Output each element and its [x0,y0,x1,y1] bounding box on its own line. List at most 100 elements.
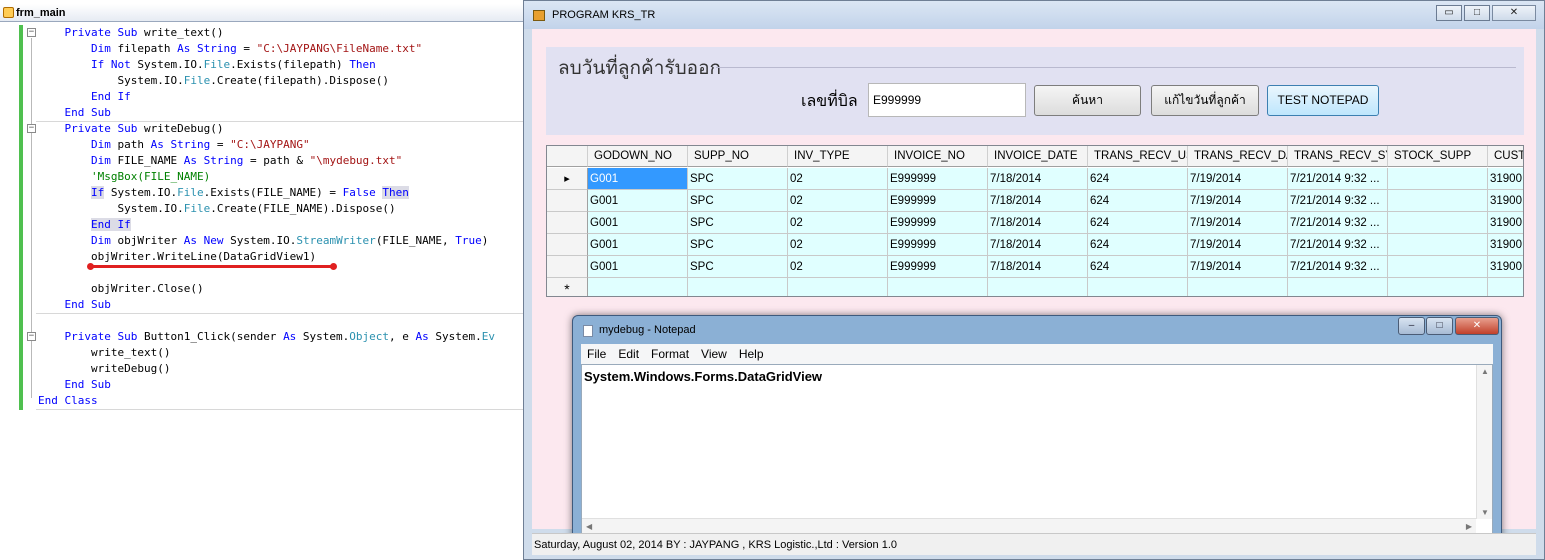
code-line[interactable]: Dim objWriter As New System.IO.StreamWri… [0,233,530,249]
grid-cell[interactable]: SPC [688,256,788,278]
grid-cell[interactable]: 7/21/2014 9:32 ... [1288,212,1388,234]
notepad-text-area[interactable]: System.Windows.Forms.DataGridView ▲ ▼ ◀ … [581,364,1493,536]
code-line[interactable]: System.IO.File.Create(FILE_NAME).Dispose… [0,201,530,217]
menu-file[interactable]: File [581,344,612,364]
code-line[interactable]: Dim filepath As String = "C:\JAYPANG\Fil… [0,41,530,57]
row-header[interactable] [547,212,588,234]
grid-cell[interactable]: 31900 [1488,256,1523,278]
grid-corner-header[interactable] [547,146,588,167]
grid-cell[interactable]: 7/18/2014 [988,212,1088,234]
grid-cell[interactable]: 02 [788,168,888,190]
grid-cell[interactable]: SPC [688,190,788,212]
code-line[interactable]: End Sub [0,297,530,313]
grid-cell[interactable]: SPC [688,234,788,256]
row-header[interactable] [547,190,588,212]
grid-cell[interactable] [1388,256,1488,278]
code-line[interactable]: End If [0,89,530,105]
grid-cell[interactable]: G001 [588,256,688,278]
grid-cell[interactable]: 31900 [1488,212,1523,234]
grid-cell[interactable] [1388,234,1488,256]
column-header[interactable]: INVOICE_NO [888,146,988,167]
menu-format[interactable]: Format [645,344,695,364]
code-line[interactable] [0,313,530,329]
column-header[interactable]: INVOICE_DATE [988,146,1088,167]
menu-help[interactable]: Help [733,344,770,364]
collapse-icon[interactable]: − [27,332,36,341]
search-button[interactable]: ค้นหา [1034,85,1141,116]
code-line[interactable]: Dim path As String = "C:\JAYPANG" [0,137,530,153]
grid-cell[interactable]: 624 [1088,212,1188,234]
code-line[interactable]: End Class [0,393,530,409]
code-line[interactable]: If Not System.IO.File.Exists(filepath) T… [0,57,530,73]
minimize-button[interactable]: ▭ [1436,5,1462,21]
grid-cell[interactable]: E999999 [888,168,988,190]
code-line[interactable]: objWriter.Close() [0,281,530,297]
new-row-cell[interactable] [1088,278,1188,296]
code-line[interactable]: End If [0,217,530,233]
column-header[interactable]: CUST [1488,146,1523,167]
grid-cell[interactable]: 7/18/2014 [988,168,1088,190]
grid-cell[interactable]: G001 [588,234,688,256]
grid-cell[interactable]: 7/18/2014 [988,234,1088,256]
code-line[interactable]: objWriter.WriteLine(DataGridView1) [0,249,530,265]
grid-cell[interactable] [1388,168,1488,190]
menu-edit[interactable]: Edit [612,344,645,364]
column-header[interactable]: TRANS_RECV_SY [1288,146,1388,167]
code-editor[interactable]: frm_main − Private Sub write_text() Dim … [0,0,530,560]
code-line[interactable]: − Private Sub Button1_Click(sender As Sy… [0,329,530,345]
close-button[interactable]: ✕ [1492,5,1536,21]
data-grid-view[interactable]: GODOWN_NO SUPP_NO INV_TYPE INVOICE_NO INVOIC… [546,145,1524,297]
new-row-cell[interactable] [888,278,988,296]
new-row-cell[interactable] [988,278,1088,296]
grid-cell[interactable]: 02 [788,256,888,278]
notepad-maximize-button[interactable]: □ [1426,317,1453,335]
grid-cell[interactable]: G001 [588,212,688,234]
column-header[interactable]: TRANS_RECV_DA [1188,146,1288,167]
new-row-cell[interactable] [688,278,788,296]
grid-cell[interactable]: 624 [1088,256,1188,278]
code-line[interactable]: System.IO.File.Create(filepath).Dispose(… [0,73,530,89]
column-header[interactable]: SUPP_NO [688,146,788,167]
bill-number-input[interactable] [868,83,1026,117]
grid-cell[interactable]: 7/18/2014 [988,190,1088,212]
grid-cell[interactable]: 7/19/2014 [1188,256,1288,278]
vertical-scrollbar[interactable]: ▲ ▼ [1476,365,1492,519]
grid-cell[interactable]: 31900 [1488,190,1523,212]
grid-cell[interactable]: 7/21/2014 9:32 ... [1288,168,1388,190]
code-lines[interactable]: − Private Sub write_text() Dim filepath … [0,25,530,409]
collapse-icon[interactable]: − [27,28,36,37]
code-line[interactable]: End Sub [0,377,530,393]
column-header[interactable]: GODOWN_NO [588,146,688,167]
row-header[interactable] [547,234,588,256]
grid-cell[interactable]: 624 [1088,168,1188,190]
grid-cell[interactable]: 7/18/2014 [988,256,1088,278]
grid-cell[interactable]: 02 [788,212,888,234]
grid-cell[interactable]: E999999 [888,256,988,278]
grid-cell[interactable]: SPC [688,212,788,234]
grid-cell[interactable]: E999999 [888,190,988,212]
grid-cell[interactable]: 31900 [1488,234,1523,256]
collapse-icon[interactable]: − [27,124,36,133]
code-line[interactable]: writeDebug() [0,361,530,377]
new-row-cell[interactable] [1388,278,1488,296]
test-notepad-button[interactable]: TEST NOTEPAD [1267,85,1379,116]
code-line[interactable]: − Private Sub write_text() [0,25,530,41]
new-row-cell[interactable] [1488,278,1523,296]
column-header[interactable]: INV_TYPE [788,146,888,167]
code-line[interactable]: write_text() [0,345,530,361]
scroll-down-icon[interactable]: ▼ [1481,508,1489,517]
notepad-minimize-button[interactable]: – [1398,317,1425,335]
scroll-left-icon[interactable]: ◀ [586,522,592,531]
new-row-cell[interactable] [1288,278,1388,296]
column-header[interactable]: STOCK_SUPP [1388,146,1488,167]
menu-view[interactable]: View [695,344,733,364]
grid-cell[interactable]: 02 [788,234,888,256]
editor-tab[interactable]: frm_main [0,4,530,22]
scroll-right-icon[interactable]: ▶ [1466,522,1472,531]
grid-cell[interactable]: 7/21/2014 9:32 ... [1288,190,1388,212]
edit-customer-date-button[interactable]: แก้ไขวันที่ลูกค้า [1151,85,1259,116]
grid-cell[interactable]: E999999 [888,212,988,234]
new-row-cell[interactable] [1188,278,1288,296]
notepad-close-button[interactable]: ✕ [1455,317,1499,335]
grid-cell[interactable] [1388,190,1488,212]
